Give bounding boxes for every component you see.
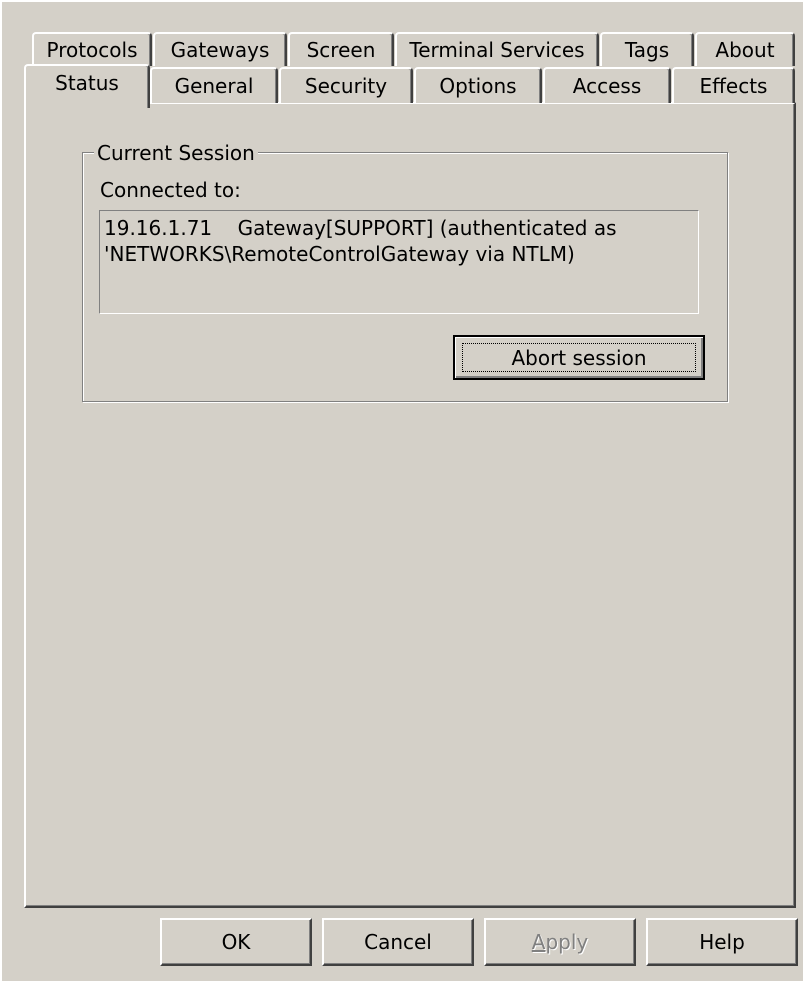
connection-details-box: 19.16.1.71 Gateway[SUPPORT] (authenticat… xyxy=(99,210,699,314)
apply-mnemonic: A xyxy=(531,930,546,954)
tab-access[interactable]: Access xyxy=(543,67,671,103)
tab-status[interactable]: Status xyxy=(24,64,150,108)
tab-options[interactable]: Options xyxy=(414,67,542,103)
abort-session-button[interactable]: Abort session xyxy=(453,335,705,380)
connected-to-label: Connected to: xyxy=(100,178,241,202)
group-title: Current Session xyxy=(94,141,258,165)
tab-general[interactable]: General xyxy=(150,67,278,103)
tab-screen[interactable]: Screen xyxy=(288,32,394,66)
cancel-button[interactable]: Cancel xyxy=(322,918,474,966)
apply-button[interactable]: Apply xyxy=(484,918,636,966)
tab-security[interactable]: Security xyxy=(279,67,413,103)
tab-effects[interactable]: Effects xyxy=(672,67,795,103)
tab-terminal-services[interactable]: Terminal Services xyxy=(395,32,599,66)
tab-tags[interactable]: Tags xyxy=(600,32,694,66)
apply-label-rest: pply xyxy=(545,930,589,954)
tab-protocols[interactable]: Protocols xyxy=(32,32,152,66)
tab-gateways[interactable]: Gateways xyxy=(153,32,287,66)
ok-button[interactable]: OK xyxy=(160,918,312,966)
connection-line-1: 19.16.1.71 Gateway[SUPPORT] (authenticat… xyxy=(104,216,617,240)
tab-about[interactable]: About xyxy=(695,32,795,66)
help-button[interactable]: Help xyxy=(646,918,798,966)
connection-line-2: 'NETWORKS\RemoteControlGateway via NTLM) xyxy=(104,242,575,266)
